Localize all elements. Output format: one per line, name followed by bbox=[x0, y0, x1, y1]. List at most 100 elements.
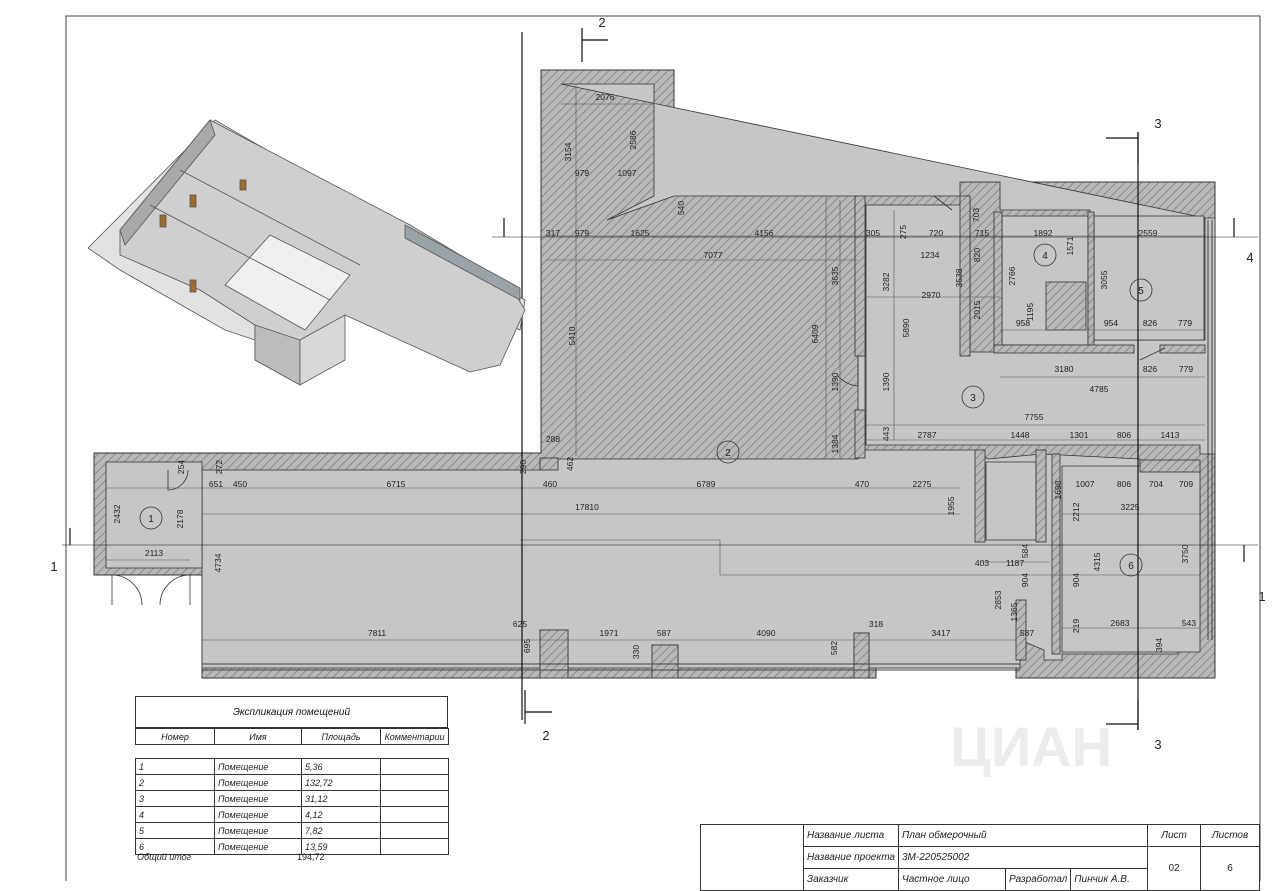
dimension: 954 bbox=[1104, 318, 1118, 328]
section-label: 3 bbox=[1154, 737, 1161, 752]
row-comment bbox=[380, 758, 449, 775]
dimension: 720 bbox=[929, 228, 943, 238]
row-number: 4 bbox=[135, 806, 215, 823]
sheets-label: Листов bbox=[1200, 824, 1260, 847]
room-number: 6 bbox=[1128, 561, 1134, 572]
dimension: 403 bbox=[975, 558, 989, 568]
dimension: 4156 bbox=[755, 228, 774, 238]
title-block: Название листа План обмерочный Лист Лист… bbox=[700, 824, 1260, 891]
table-row: 1 Помещение 5,36 bbox=[135, 758, 449, 775]
row-number: 2 bbox=[135, 774, 215, 791]
dimension: 6409 bbox=[810, 324, 820, 343]
dimension: 2683 bbox=[1111, 618, 1130, 628]
dimension: 979 bbox=[575, 228, 589, 238]
sheet-name: План обмерочный bbox=[898, 824, 1148, 847]
section-label: 1 bbox=[1258, 589, 1265, 604]
dimension: 1413 bbox=[1161, 430, 1180, 440]
table-row: 2 Помещение 132,72 bbox=[135, 774, 449, 791]
row-number: 1 bbox=[135, 758, 215, 775]
dimension: 1384 bbox=[830, 434, 840, 453]
developer-label: Разработал bbox=[1004, 868, 1072, 891]
dimension: 4785 bbox=[1090, 384, 1109, 394]
dimension: 1097 bbox=[618, 168, 637, 178]
dimension: 2015 bbox=[972, 300, 982, 319]
dimension: 1892 bbox=[1034, 228, 1053, 238]
row-area: 7,82 bbox=[301, 822, 381, 839]
dimension: 2853 bbox=[993, 590, 1003, 609]
dimension: 1698 bbox=[1053, 480, 1063, 499]
dimension: 1301 bbox=[1070, 430, 1089, 440]
section-label: 3 bbox=[1154, 116, 1161, 131]
row-comment bbox=[380, 774, 449, 791]
dimension: 582 bbox=[829, 641, 839, 655]
row-area: 4,12 bbox=[301, 806, 381, 823]
dimension: 6715 bbox=[387, 479, 406, 489]
table-row: 3 Помещение 31,12 bbox=[135, 790, 449, 807]
dimension: 1187 bbox=[1006, 558, 1025, 568]
dimension: 1955 bbox=[946, 496, 956, 515]
sheets-count: 6 bbox=[1200, 846, 1260, 891]
dimension: 3180 bbox=[1055, 364, 1074, 374]
dimension: 2787 bbox=[918, 430, 937, 440]
dimension: 3225 bbox=[1121, 502, 1140, 512]
dimension: 7755 bbox=[1025, 412, 1044, 422]
room-number: 5 bbox=[1138, 286, 1144, 297]
row-area: 5,36 bbox=[301, 758, 381, 775]
schedule-total-value: 194,72 bbox=[297, 852, 325, 862]
dimension: 1007 bbox=[1076, 479, 1095, 489]
section-label: 2 bbox=[598, 15, 605, 30]
dimension: 1448 bbox=[1011, 430, 1030, 440]
dimension: 3282 bbox=[881, 272, 891, 291]
section-label: 1 bbox=[50, 559, 57, 574]
room-number: 3 bbox=[970, 393, 976, 404]
row-area: 132,72 bbox=[301, 774, 381, 791]
dimension: 317 bbox=[546, 228, 560, 238]
sheet-number: 02 bbox=[1147, 846, 1201, 891]
schedule-header: Номер Имя Площадь Комментарии bbox=[135, 728, 449, 745]
dimension: 779 bbox=[1178, 318, 1192, 328]
schedule-title: Экспликация помещений bbox=[135, 696, 448, 728]
dimension: 715 bbox=[975, 228, 989, 238]
dimension: 704 bbox=[1149, 479, 1163, 489]
dimension: 5890 bbox=[901, 318, 911, 337]
room-number: 1 bbox=[148, 514, 154, 525]
dimension: 2076 bbox=[596, 92, 615, 102]
dimension: 806 bbox=[1117, 479, 1131, 489]
dimension: 1971 bbox=[600, 628, 619, 638]
schedule-header-comments: Комментарии bbox=[380, 728, 449, 745]
dimension: 330 bbox=[631, 645, 641, 659]
table-row: 5 Помещение 7,82 bbox=[135, 822, 449, 839]
dimension: 288 bbox=[546, 434, 560, 444]
row-comment bbox=[380, 838, 449, 855]
dimension: 305 bbox=[866, 228, 880, 238]
dimension: 290 bbox=[518, 460, 528, 474]
dimension: 462 bbox=[565, 457, 575, 471]
dimension: 4734 bbox=[213, 553, 223, 572]
dimension: 470 bbox=[855, 479, 869, 489]
dimension: 2275 bbox=[913, 479, 932, 489]
row-name: Помещение bbox=[214, 758, 302, 775]
dimension: 3750 bbox=[1180, 544, 1190, 563]
dimension: 3055 bbox=[1099, 270, 1109, 289]
schedule-header-name: Имя bbox=[214, 728, 302, 745]
dimension: 3635 bbox=[830, 266, 840, 285]
dimension: 2559 bbox=[1139, 228, 1158, 238]
dimension: 4315 bbox=[1092, 552, 1102, 571]
project-name: 3М-220525002 bbox=[898, 846, 1148, 869]
dimension: 625 bbox=[513, 619, 527, 629]
sheet-name-label: Название листа bbox=[803, 824, 899, 847]
dimension: 2178 bbox=[175, 509, 185, 528]
watermark: ЦИАН bbox=[950, 715, 1112, 778]
dimension: 584 bbox=[1020, 544, 1030, 558]
dimension: 979 bbox=[575, 168, 589, 178]
dimension: 806 bbox=[1117, 430, 1131, 440]
dimension: 820 bbox=[972, 248, 982, 262]
dimension: 540 bbox=[676, 201, 686, 215]
dimension: 3417 bbox=[932, 628, 951, 638]
row-number: 3 bbox=[135, 790, 215, 807]
dimension: 2970 bbox=[922, 290, 941, 300]
dimension: 2113 bbox=[145, 548, 164, 558]
dimension: 460 bbox=[543, 479, 557, 489]
row-name: Помещение bbox=[214, 822, 302, 839]
schedule-header-number: Номер bbox=[135, 728, 215, 745]
